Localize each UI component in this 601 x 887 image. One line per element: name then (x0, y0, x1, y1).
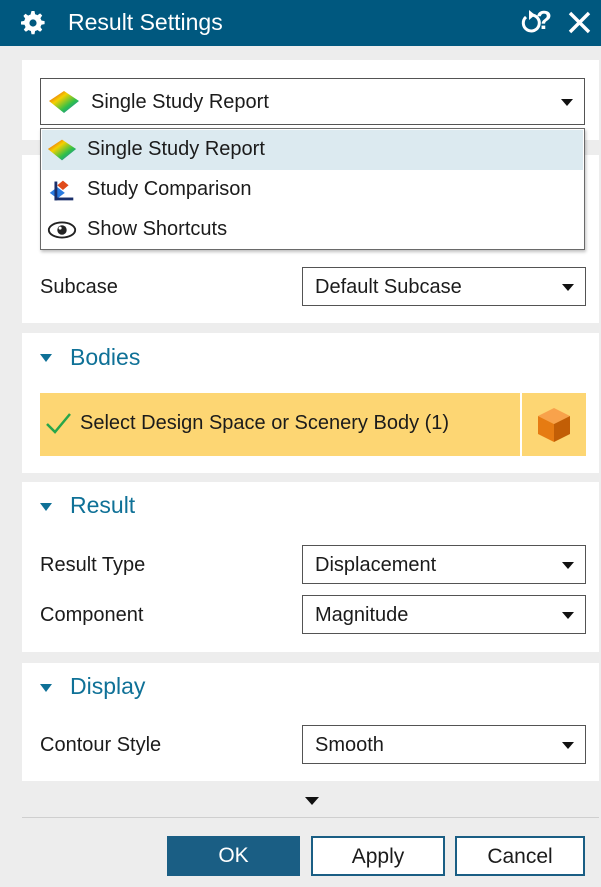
chevron-down-icon (562, 284, 574, 291)
help-icon[interactable]: ? (533, 5, 555, 36)
chevron-down-icon (562, 562, 574, 569)
dropdown-item-study-comparison[interactable]: Study Comparison (42, 170, 583, 210)
dropdown-item-label: Single Study Report (87, 138, 265, 160)
group-title-display[interactable]: Display (70, 673, 145, 700)
result-type-combo[interactable]: Displacement (302, 545, 586, 584)
dropdown-item-show-shortcuts[interactable]: Show Shortcuts (42, 210, 583, 250)
check-icon (46, 413, 71, 434)
dropdown-item-label: Study Comparison (87, 178, 252, 200)
dropdown-item-single-study-report[interactable]: Single Study Report (42, 130, 583, 170)
report-type-value: Single Study Report (91, 91, 269, 113)
contour-style-label: Contour Style (40, 734, 162, 756)
component-combo[interactable]: Magnitude (302, 595, 586, 634)
collapse-result-icon[interactable] (40, 503, 52, 511)
report-type-dropdown: Single Study Report Study Comparison Sho… (40, 128, 585, 250)
group-title-bodies[interactable]: Bodies (70, 344, 140, 371)
select-body-row[interactable]: Select Design Space or Scenery Body (1) (40, 393, 520, 456)
subcase-combo[interactable]: Default Subcase (302, 267, 586, 306)
single-study-report-icon (47, 139, 77, 161)
report-type-combo[interactable]: Single Study Report (40, 78, 585, 125)
title-bar: Result Settings ? (0, 0, 601, 46)
chevron-down-icon (561, 99, 573, 106)
chevron-down-icon (562, 612, 574, 619)
select-body-label: Select Design Space or Scenery Body (1) (80, 412, 450, 434)
dropdown-item-label: Show Shortcuts (87, 218, 228, 240)
ok-button[interactable]: OK (167, 836, 300, 876)
component-label: Component (40, 604, 144, 626)
gear-icon (21, 11, 45, 35)
component-value: Magnitude (315, 604, 409, 626)
window-title: Result Settings (68, 9, 223, 35)
chevron-down-icon (562, 742, 574, 749)
close-icon[interactable] (566, 9, 593, 36)
eye-icon (47, 221, 77, 239)
collapse-display-icon[interactable] (40, 684, 52, 692)
contour-style-value: Smooth (315, 734, 384, 756)
study-comparison-icon (49, 180, 74, 201)
contour-style-combo[interactable]: Smooth (302, 725, 586, 764)
select-body-button[interactable] (522, 393, 586, 456)
apply-button[interactable]: Apply (311, 836, 445, 876)
group-title-result[interactable]: Result (70, 492, 135, 519)
cube-icon (538, 408, 570, 442)
cancel-button[interactable]: Cancel (455, 836, 585, 876)
footer-divider (22, 817, 599, 818)
subcase-label: Subcase (40, 276, 118, 298)
single-study-report-icon (49, 91, 79, 113)
expand-more-icon[interactable] (305, 797, 319, 805)
result-type-value: Displacement (315, 554, 437, 576)
subcase-value: Default Subcase (315, 276, 462, 298)
result-type-label: Result Type (40, 554, 146, 576)
collapse-bodies-icon[interactable] (40, 354, 52, 362)
